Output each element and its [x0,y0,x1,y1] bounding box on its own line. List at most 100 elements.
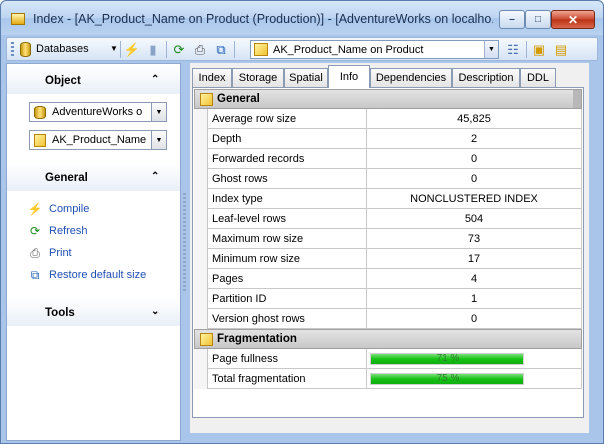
index-object-icon [34,134,46,147]
property-name: Version ghost rows [208,309,367,329]
tab-spatial[interactable]: Spatial [284,68,328,87]
progress-label: 75 % [436,373,460,384]
property-name: Forwarded records [208,149,367,169]
panel-splitter[interactable] [183,193,186,293]
table-row[interactable]: Pages 4 [194,269,582,289]
title-bar[interactable]: Index - [AK_Product_Name on Product (Pro… [1,1,603,35]
property-value: 0 [367,169,582,189]
refresh-link[interactable]: ⟳ Refresh [27,223,88,239]
compile-icon[interactable]: ⚡ [123,41,141,59]
fragmentation-group-row[interactable]: Fragmentation [194,329,582,349]
info-content: General Average row size 45,825 Depth 2 … [192,87,584,418]
property-name: Leaf-level rows [208,209,367,229]
property-name: Maximum row size [208,229,367,249]
toolbar-grip[interactable] [11,42,14,57]
database-icon[interactable] [20,42,31,57]
restore-icon[interactable]: ▤ [552,41,570,59]
tab-dependencies[interactable]: Dependencies [370,68,452,87]
object-combo[interactable]: AK_Product_Name on Product ▼ [250,40,499,59]
navigation-panel: Object ⌃ AdventureWorks o ▼ AK_Product_N… [6,63,181,441]
print-icon[interactable]: ⎙ [191,41,209,59]
toolbar-separator [234,41,235,58]
general-group-row[interactable]: General [194,89,582,109]
page-fullness-progress: 71 % [370,353,524,365]
maximize-button[interactable]: □ [525,10,551,29]
tools-section-header[interactable]: Tools ⌄ [7,298,180,326]
property-value: 1 [367,289,582,309]
index-editor-window: Index - [AK_Product_Name on Product (Pro… [0,0,604,444]
tab-index[interactable]: Index [192,68,232,87]
tab-info[interactable]: Info [328,65,370,88]
print-link-label: Print [49,247,72,259]
property-name: Page fullness [208,349,367,369]
property-name: Partition ID [208,289,367,309]
chevron-up-icon[interactable]: ⌃ [151,74,159,85]
property-name: Ghost rows [208,169,367,189]
refresh-link-label: Refresh [49,225,88,237]
property-value: 504 [367,209,582,229]
toolbar-separator [526,41,527,58]
table-row[interactable]: Ghost rows 0 [194,169,582,189]
property-value: 75 % [367,369,582,389]
table-row[interactable]: Forwarded records 0 [194,149,582,169]
table-row[interactable]: Leaf-level rows 504 [194,209,582,229]
table-row[interactable]: Minimum row size 17 [194,249,582,269]
chevron-up-icon[interactable]: ⌃ [151,171,159,182]
property-value: NONCLUSTERED INDEX [367,189,582,209]
minimize-button[interactable]: – [499,10,525,29]
lightning-icon: ⚡ [27,202,43,216]
database-combo[interactable]: AdventureWorks o ▼ [29,102,167,122]
chevron-down-icon[interactable]: ▼ [110,44,118,53]
property-name: Average row size [208,109,367,129]
property-value: 2 [367,129,582,149]
tab-ddl[interactable]: DDL [520,68,556,87]
compile-link[interactable]: ⚡ Compile [27,201,90,217]
restore-default-size-link[interactable]: ⧉ Restore default size [27,267,147,283]
property-value: 73 [367,229,582,249]
property-value: 17 [367,249,582,269]
chevron-down-icon[interactable]: ▼ [151,103,166,121]
object-select-combo[interactable]: AK_Product_Name ▼ [29,130,167,150]
databases-menu-button[interactable]: Databases [36,43,89,55]
close-button[interactable]: ✕ [551,10,595,29]
print-link[interactable]: ⎙ Print [27,245,72,261]
general-section-header[interactable]: General ⌃ [7,163,180,191]
table-row[interactable]: Version ghost rows 0 [194,309,582,329]
refresh-icon: ⟳ [29,224,41,238]
total-fragmentation-progress: 75 % [370,373,524,385]
tab-description[interactable]: Description [452,68,520,87]
info-group-icon [200,93,213,106]
property-value: 45,825 [367,109,582,129]
table-row[interactable]: Maximum row size 73 [194,229,582,249]
table-row[interactable]: Page fullness 71 % [194,349,582,369]
refresh-icon[interactable]: ⟳ [170,41,188,59]
tab-storage[interactable]: Storage [232,68,284,87]
fragmentation-group-label: Fragmentation [217,333,297,345]
object-combo-value: AK_Product_Name on Product [273,44,424,56]
chevron-down-icon[interactable]: ▼ [151,131,166,149]
tree-icon[interactable]: ☷ [504,41,522,59]
restore-size-icon[interactable]: ⧉ [212,41,230,59]
progress-label: 71 % [436,353,460,364]
table-row[interactable]: Average row size 45,825 [194,109,582,129]
property-value: 0 [367,149,582,169]
object-select-value: AK_Product_Name [52,134,147,146]
table-row[interactable]: Depth 2 [194,129,582,149]
table-row[interactable]: Total fragmentation 75 % [194,369,582,389]
object-section-header[interactable]: Object ⌃ [7,66,180,94]
chevron-down-icon[interactable]: ⌄ [151,306,159,317]
restore-size-icon: ⧉ [30,267,40,282]
info-group-icon [200,333,213,346]
tools-section-title: Tools [45,307,75,319]
db-disabled-icon[interactable]: ▮ [144,41,162,59]
property-name: Index type [208,189,367,209]
property-value: 4 [367,269,582,289]
chevron-down-icon[interactable]: ▼ [484,41,498,58]
app-icon [11,13,25,25]
scrollbar[interactable] [573,90,581,108]
property-value: 71 % [367,349,582,369]
general-group-label: General [217,93,260,105]
table-row[interactable]: Partition ID 1 [194,289,582,309]
table-row[interactable]: Index type NONCLUSTERED INDEX [194,189,582,209]
object-props-icon[interactable]: ▣ [530,41,548,59]
